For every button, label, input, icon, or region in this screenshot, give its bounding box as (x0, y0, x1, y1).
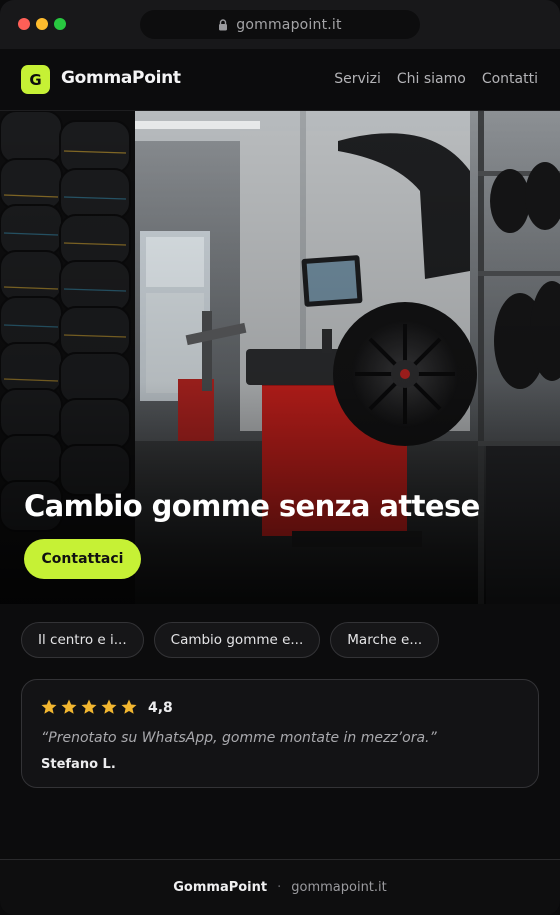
browser-chrome: gommapoint.it (0, 0, 560, 49)
tire-shop-photo (0, 111, 560, 604)
review-quote: “Prenotato su WhatsApp, gomme montate in… (41, 730, 437, 746)
chip-marche[interactable]: Marche e... (330, 622, 440, 658)
chip-cambio-gomme[interactable]: Cambio gomme e... (153, 622, 321, 658)
hero-section: Cambio gomme senza attese Contattaci (0, 111, 560, 604)
site-header: G GommaPoint Servizi Chi siamo Contatti (0, 49, 560, 111)
minimize-window-button[interactable] (36, 18, 48, 30)
hero-title: Cambio gomme senza attese (24, 489, 480, 523)
contact-button[interactable]: Contattaci (24, 539, 141, 579)
star-icon (61, 699, 77, 714)
address-bar[interactable]: gommapoint.it (140, 10, 420, 39)
footer-brand: GommaPoint (173, 880, 268, 895)
url-text: gommapoint.it (236, 16, 342, 33)
browser-window: gommapoint.it G GommaPoint Servizi Chi s… (0, 0, 560, 915)
star-icon (121, 699, 137, 714)
star-icon (81, 699, 97, 714)
brand-name[interactable]: GommaPoint (61, 68, 181, 88)
lock-icon (218, 18, 228, 31)
topic-chips: Il centro e i... Cambio gomme e... March… (21, 622, 440, 658)
star-rating (40, 698, 138, 716)
chip-centro[interactable]: Il centro e i... (21, 622, 144, 658)
footer-domain: gommapoint.it (291, 880, 387, 895)
star-icon (41, 699, 57, 714)
star-icon (101, 699, 117, 714)
rating-value: 4,8 (148, 700, 173, 716)
footer-separator: · (277, 880, 282, 895)
review-card: 4,8 “Prenotato su WhatsApp, gomme montat… (21, 679, 539, 788)
close-window-button[interactable] (18, 18, 30, 30)
main-nav: Servizi Chi siamo Contatti (334, 71, 538, 87)
nav-link-servizi[interactable]: Servizi (334, 71, 381, 87)
review-author: Stefano L. (41, 757, 116, 772)
logo-icon[interactable]: G (21, 65, 50, 94)
nav-link-contatti[interactable]: Contatti (482, 71, 538, 87)
site-footer: GommaPoint · gommapoint.it (0, 859, 560, 915)
nav-link-chi-siamo[interactable]: Chi siamo (397, 71, 466, 87)
maximize-window-button[interactable] (54, 18, 66, 30)
